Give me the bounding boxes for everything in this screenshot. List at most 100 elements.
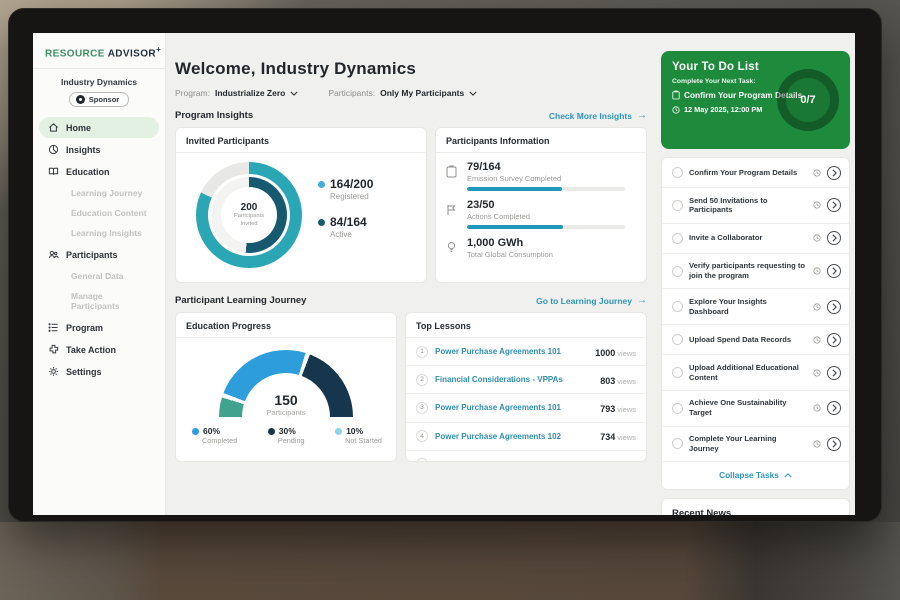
lesson-link[interactable]: Power Purchase Agreements 103: [435, 460, 593, 462]
task-label: Upload Spend Data Records: [689, 335, 807, 345]
sponsor-badge[interactable]: Sponsor: [69, 92, 129, 107]
education-gauge-chart: 150 Participants: [219, 350, 353, 417]
lesson-link[interactable]: Power Purchase Agreements 101: [435, 403, 593, 412]
sidebar-item-take-action[interactable]: Take Action: [39, 339, 159, 360]
emission-survey-progress-track: [467, 187, 625, 191]
task-open-button[interactable]: [827, 401, 841, 415]
task-open-button[interactable]: [827, 166, 841, 180]
participants-dropdown[interactable]: Participants: Only My Participants: [328, 88, 477, 98]
sidebar-nav: Home Insights Education Learning Journey…: [33, 117, 165, 382]
education-progress-card: Education Progress 150 Participants 60%: [175, 312, 397, 462]
sidebar-item-learning-journey[interactable]: Learning Journey: [39, 183, 159, 203]
program-dropdown-label: Program:: [175, 88, 210, 98]
program-dropdown[interactable]: Program: Industrialize Zero: [175, 88, 298, 98]
active-value: 84/164: [330, 215, 367, 229]
task-row-invite-collaborator[interactable]: Invite a Collaborator: [662, 224, 849, 254]
lesson-link[interactable]: Power Purchase Agreements 101: [435, 347, 588, 356]
pending-label: Pending: [278, 436, 305, 445]
participants-information-card: Participants Information 79/164 Emission…: [435, 127, 647, 283]
participants-information-title: Participants Information: [436, 128, 646, 153]
task-open-button[interactable]: [827, 300, 841, 314]
task-row-confirm-program[interactable]: Confirm Your Program Details: [662, 158, 849, 188]
education-legend: 60% Completed 30% Pending 10% Not Starte…: [176, 417, 396, 445]
sidebar-item-education[interactable]: Education: [39, 161, 159, 182]
lesson-link[interactable]: Financial Considerations - VPPAs: [435, 375, 593, 384]
participants-icon: [48, 249, 59, 260]
task-checkbox[interactable]: [672, 266, 683, 277]
donut-center-label: ParticipantsInvited: [234, 213, 264, 228]
donut-center: 200 ParticipantsInvited: [221, 187, 277, 243]
sidebar-item-participants[interactable]: Participants: [39, 244, 159, 265]
timer-icon: [813, 169, 821, 177]
check-more-insights-link[interactable]: Check More Insights →: [549, 110, 647, 121]
task-row-upload-spend-data[interactable]: Upload Spend Data Records: [662, 325, 849, 355]
chevron-up-icon: [784, 473, 792, 478]
task-checkbox[interactable]: [672, 301, 683, 312]
sidebar-item-home[interactable]: Home: [39, 117, 159, 138]
actions-progress-track: [467, 225, 625, 229]
lightbulb-icon: [446, 241, 457, 254]
stat-actions-completed: 23/50 Actions Completed: [436, 191, 646, 229]
sidebar-item-insights[interactable]: Insights: [39, 139, 159, 160]
task-checkbox[interactable]: [672, 167, 683, 178]
sidebar-item-general-data[interactable]: General Data: [39, 266, 159, 286]
task-row-complete-learning-journey[interactable]: Complete Your Learning Journey: [662, 427, 849, 463]
registered-value: 164/200: [330, 177, 373, 191]
task-row-upload-educational-content[interactable]: Upload Additional Educational Content: [662, 355, 849, 391]
invited-participants-title: Invited Participants: [176, 128, 426, 153]
sidebar-item-settings[interactable]: Settings: [39, 361, 159, 382]
lesson-rank: 2: [416, 374, 428, 386]
brand-secondary: ADVISOR: [108, 48, 156, 59]
lesson-row: 1 Power Purchase Agreements 101 1000view…: [406, 338, 646, 366]
lesson-views: 1000: [595, 348, 615, 358]
task-open-button[interactable]: [827, 198, 841, 212]
go-to-learning-journey-link[interactable]: Go to Learning Journey →: [536, 295, 647, 306]
brand-plus: +: [156, 45, 161, 54]
task-row-send-invitations[interactable]: Send 50 Invitations to Participants: [662, 188, 849, 224]
sidebar-item-label: Education: [66, 167, 110, 177]
task-open-button[interactable]: [827, 231, 841, 245]
sidebar-item-learning-insights[interactable]: Learning Insights: [39, 223, 159, 243]
task-label: Complete Your Learning Journey: [689, 434, 807, 454]
chevron-right-icon: [832, 201, 837, 209]
sidebar-item-manage-participants[interactable]: Manage Participants: [39, 286, 159, 316]
views-suffix: views: [617, 461, 636, 462]
task-row-verify-participants[interactable]: Verify participants requesting to join t…: [662, 254, 849, 290]
task-row-achieve-sustainability-target[interactable]: Achieve One Sustainability Target: [662, 391, 849, 427]
collapse-tasks-button[interactable]: Collapse Tasks: [662, 462, 849, 489]
task-open-button[interactable]: [827, 437, 841, 451]
invited-donut-inner-ring: 200 ParticipantsInvited: [211, 177, 287, 253]
chevron-right-icon: [832, 336, 837, 344]
task-checkbox[interactable]: [672, 438, 683, 449]
sidebar-item-education-content[interactable]: Education Content: [39, 203, 159, 223]
legend-registered: 164/200 Registered: [318, 177, 373, 201]
chevron-right-icon: [832, 234, 837, 242]
task-open-button[interactable]: [827, 264, 841, 278]
task-open-button[interactable]: [827, 366, 841, 380]
survey-clipboard-icon: [446, 165, 457, 178]
task-checkbox[interactable]: [672, 334, 683, 345]
lesson-link[interactable]: Power Purchase Agreements 102: [435, 432, 593, 441]
task-checkbox[interactable]: [672, 200, 683, 211]
lesson-views: 734: [600, 432, 615, 442]
task-checkbox[interactable]: [672, 403, 683, 414]
not-started-value: 10%: [346, 426, 363, 436]
task-row-explore-insights[interactable]: Explore Your Insights Dashboard: [662, 289, 849, 325]
education-progress-title: Education Progress: [176, 313, 396, 338]
task-open-button[interactable]: [827, 333, 841, 347]
task-checkbox[interactable]: [672, 233, 683, 244]
program-dropdown-value: Industrialize Zero: [215, 88, 285, 98]
legend-not-started: 10% Not Started: [335, 426, 382, 445]
task-checkbox[interactable]: [672, 367, 683, 378]
settings-gear-icon: [48, 366, 59, 377]
recent-news-card: Recent News: [661, 498, 850, 515]
timer-icon: [813, 201, 821, 209]
sponsor-badge-label: Sponsor: [89, 95, 119, 104]
registered-label: Registered: [330, 192, 373, 201]
sidebar-item-program[interactable]: Program: [39, 317, 159, 338]
chevron-right-icon: [832, 267, 837, 275]
brand-logo[interactable]: RESOURCE ADVISOR+: [33, 45, 165, 59]
desk-background: [0, 522, 900, 600]
sidebar-item-label: Program: [66, 323, 103, 333]
organization-name: Industry Dynamics: [33, 77, 165, 87]
